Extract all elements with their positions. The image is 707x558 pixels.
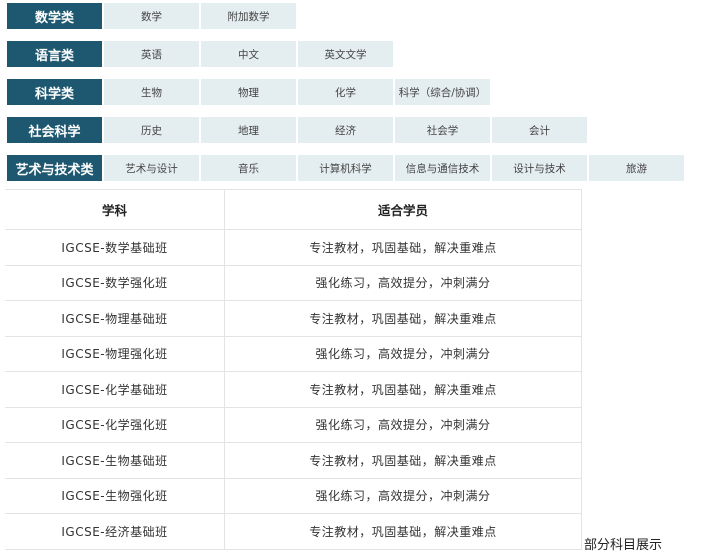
course-name: IGCSE-化学基础班 [5,371,225,408]
subject-chip[interactable]: 历史 [104,117,199,143]
course-description: 专注教材，巩固基础，解决重难点 [224,442,582,479]
course-description: 专注教材，巩固基础，解决重难点 [224,229,582,266]
table-row: IGCSE-生物强化班 强化练习，高效提分，冲刺满分 [5,478,582,514]
course-description: 强化练习，高效提分，冲刺满分 [224,336,582,372]
category-row-math: 数学类 数学 附加数学 [7,3,298,29]
category-row-language: 语言类 英语 中文 英文文学 [7,41,395,67]
course-description: 强化练习，高效提分，冲刺满分 [224,478,582,514]
course-name: IGCSE-化学强化班 [5,407,225,443]
course-name: IGCSE-经济基础班 [5,513,225,550]
header-subject: 学科 [5,190,225,230]
category-row-arts-tech: 艺术与技术类 艺术与设计 音乐 计算机科学 信息与通信技术 设计与技术 旅游 [7,155,686,181]
subject-chip[interactable]: 英文文学 [298,41,393,67]
course-name: IGCSE-数学强化班 [5,265,225,301]
course-description: 专注教材，巩固基础，解决重难点 [224,300,582,337]
subject-chip[interactable]: 英语 [104,41,199,67]
subject-chip[interactable]: 设计与技术 [492,155,587,181]
category-label: 科学类 [7,79,102,105]
subject-chip[interactable]: 地理 [201,117,296,143]
subject-chip[interactable]: 生物 [104,79,199,105]
table-header-row: 学科 适合学员 [5,190,582,230]
subject-chip[interactable]: 中文 [201,41,296,67]
course-name: IGCSE-生物基础班 [5,442,225,479]
table-row: IGCSE-数学强化班 强化练习，高效提分，冲刺满分 [5,265,582,301]
subject-chip[interactable]: 信息与通信技术 [395,155,490,181]
subject-chip[interactable]: 化学 [298,79,393,105]
table-row: IGCSE-化学基础班 专注教材，巩固基础，解决重难点 [5,371,582,408]
subject-chip[interactable]: 附加数学 [201,3,296,29]
category-label: 社会科学 [7,117,102,143]
course-description: 强化练习，高效提分，冲刺满分 [224,407,582,443]
course-name: IGCSE-数学基础班 [5,229,225,266]
subject-chip[interactable]: 艺术与设计 [104,155,199,181]
table-row: IGCSE-生物基础班 专注教材，巩固基础，解决重难点 [5,442,582,479]
subject-chip[interactable]: 科学（综合/协调） [395,79,490,105]
table-row: IGCSE-经济基础班 专注教材，巩固基础，解决重难点 [5,513,582,550]
table-row: IGCSE-物理强化班 强化练习，高效提分，冲刺满分 [5,336,582,372]
subject-chip[interactable]: 计算机科学 [298,155,393,181]
subject-chip[interactable]: 社会学 [395,117,490,143]
subject-chip[interactable]: 会计 [492,117,587,143]
caption: 部分科目展示 [584,538,663,553]
subject-chip[interactable]: 数学 [104,3,199,29]
table-row: IGCSE-数学基础班 专注教材，巩固基础，解决重难点 [5,229,582,266]
course-name: IGCSE-物理强化班 [5,336,225,372]
table-row: IGCSE-物理基础班 专注教材，巩固基础，解决重难点 [5,300,582,337]
course-description: 强化练习，高效提分，冲刺满分 [224,265,582,301]
course-table: 学科 适合学员 IGCSE-数学基础班 专注教材，巩固基础，解决重难点 IGCS… [5,189,582,558]
course-description: 专注教材，巩固基础，解决重难点 [224,513,582,550]
header-suitable-students: 适合学员 [224,190,582,230]
course-name: IGCSE-物理基础班 [5,300,225,337]
course-name: IGCSE-生物强化班 [5,478,225,514]
subject-chip[interactable]: 音乐 [201,155,296,181]
category-label: 艺术与技术类 [7,155,102,181]
category-label: 语言类 [7,41,102,67]
subject-chip[interactable]: 旅游 [589,155,684,181]
category-row-science: 科学类 生物 物理 化学 科学（综合/协调） [7,79,492,105]
course-description: 专注教材，巩固基础，解决重难点 [224,371,582,408]
category-label: 数学类 [7,3,102,29]
table-row: IGCSE-化学强化班 强化练习，高效提分，冲刺满分 [5,407,582,443]
category-row-social-science: 社会科学 历史 地理 经济 社会学 会计 [7,117,589,143]
subject-chip[interactable]: 经济 [298,117,393,143]
subject-chip[interactable]: 物理 [201,79,296,105]
